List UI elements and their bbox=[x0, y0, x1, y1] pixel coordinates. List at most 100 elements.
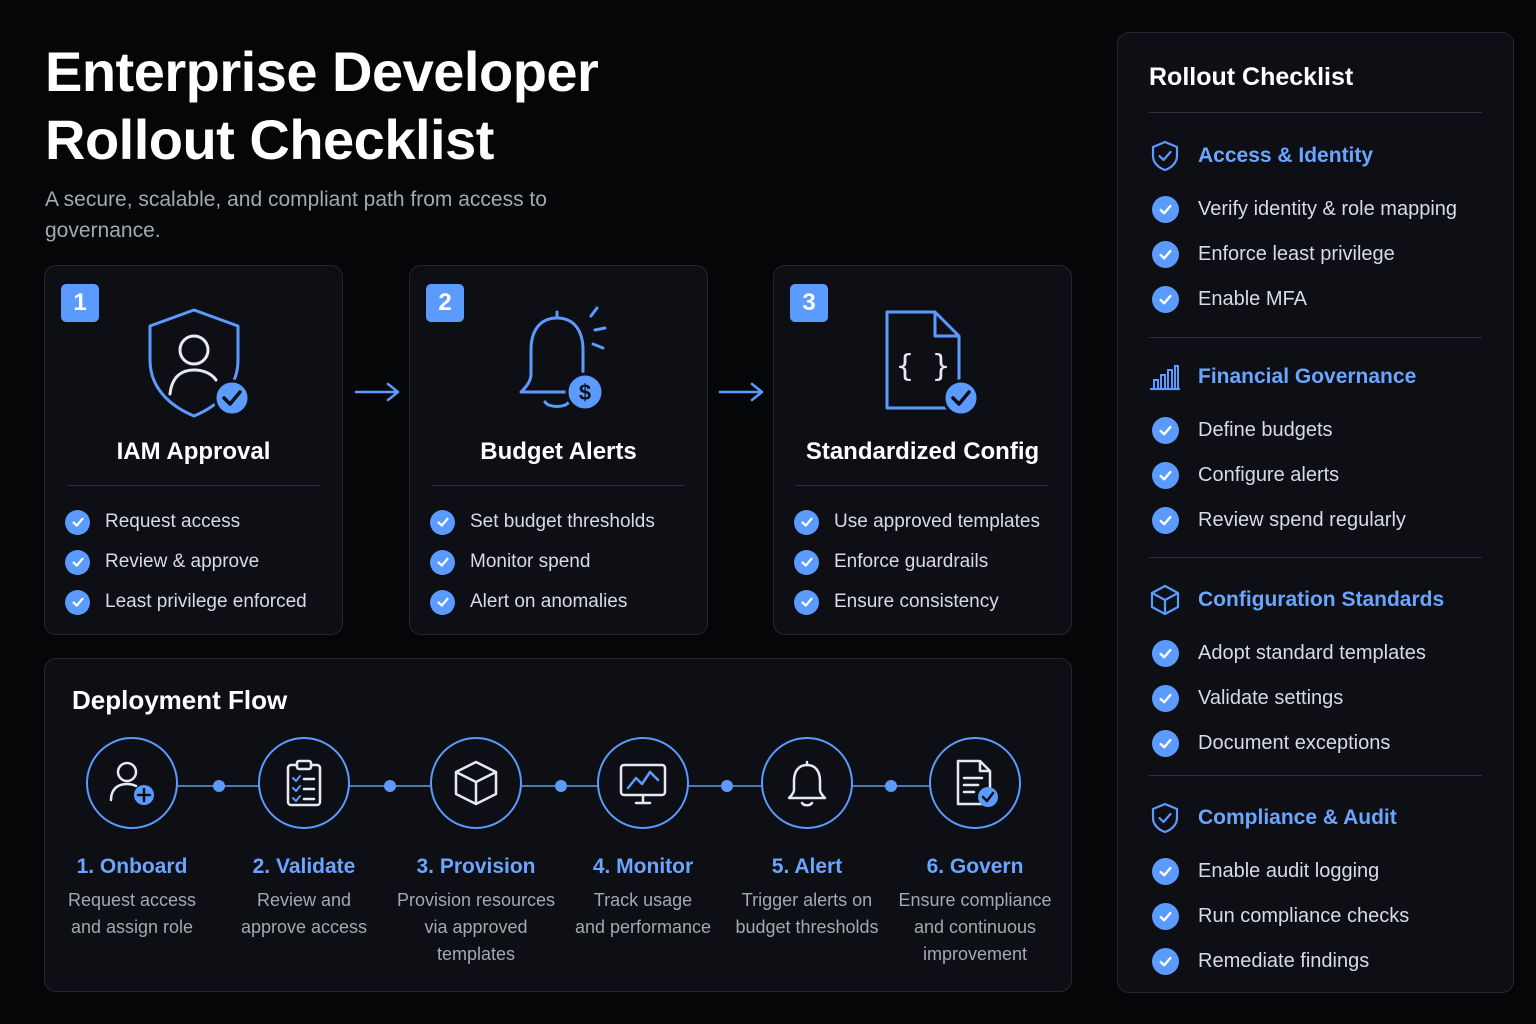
check-icon bbox=[1152, 462, 1179, 489]
rollout-checklist-panel: Rollout Checklist Access & Identity Veri… bbox=[1117, 32, 1514, 993]
checklist-item: Enable audit logging bbox=[1149, 849, 1489, 894]
page-title-line2: Rollout Checklist bbox=[45, 108, 494, 171]
flow-step-desc-line: Ensure compliance bbox=[898, 890, 1052, 910]
section-header: Access & Identity bbox=[1149, 136, 1489, 176]
flow-step-alert: 5. Alert Trigger alerts on budget thresh… bbox=[727, 737, 887, 941]
flow-step-label: 3. Provision bbox=[416, 855, 536, 878]
checklist-item-label: Document exceptions bbox=[1198, 732, 1391, 754]
section-header: Financial Governance bbox=[1149, 357, 1489, 397]
check-icon bbox=[794, 549, 819, 575]
flow-step-label: 4. Monitor bbox=[592, 855, 694, 878]
flow-step-desc-line: approve access bbox=[240, 917, 368, 937]
section-title: Access & Identity bbox=[1198, 144, 1374, 167]
page-subtitle: A secure, scalable, and compliant path f… bbox=[45, 188, 547, 242]
checklist-item: Least privilege enforced bbox=[65, 582, 307, 622]
checklist-item: Adopt standard templates bbox=[1149, 631, 1489, 676]
divider bbox=[1149, 337, 1482, 338]
flow-step-desc-line: Provision resources bbox=[396, 890, 556, 910]
flow-step-desc-line: improvement bbox=[922, 944, 1028, 964]
checklist-item: Run compliance checks bbox=[1149, 894, 1489, 939]
checklist-item-label: Review spend regularly bbox=[1198, 509, 1406, 531]
section-configuration-standards: Configuration Standards Adopt standard t… bbox=[1149, 580, 1489, 766]
checklist-item-label: Alert on anomalies bbox=[470, 591, 628, 612]
check-icon bbox=[1152, 241, 1179, 268]
flow-step-monitor: 4. Monitor Track usage and performance bbox=[563, 737, 723, 941]
check-icon bbox=[430, 509, 455, 535]
checklist-item-label: Enforce guardrails bbox=[834, 551, 989, 572]
step-card-budget-alerts: 2 $ Budget Alerts Set budget thresholds … bbox=[409, 265, 708, 635]
checklist-item: Enable MFA bbox=[1149, 277, 1489, 322]
flow-step-desc: Provision resources via approved templat… bbox=[396, 887, 556, 968]
flow-step-desc-line: and assign role bbox=[70, 917, 194, 937]
flow-step-desc: Review and approve access bbox=[224, 887, 384, 941]
flow-step-validate: 2. Validate Review and approve access bbox=[224, 737, 384, 941]
bell-icon bbox=[761, 737, 853, 829]
flow-step-label: 1. Onboard bbox=[76, 855, 188, 878]
section-checklist: Enable audit logging Run compliance chec… bbox=[1149, 849, 1489, 984]
checklist-item: Enforce guardrails bbox=[794, 542, 1040, 582]
deployment-flow-title: Deployment Flow bbox=[72, 685, 288, 715]
check-icon bbox=[794, 509, 819, 535]
section-compliance-audit: Compliance & Audit Enable audit logging … bbox=[1149, 798, 1489, 984]
checklist-item: Remediate findings bbox=[1149, 939, 1489, 984]
shield-check-icon bbox=[1149, 802, 1181, 834]
flow-step-desc-line: budget thresholds bbox=[735, 917, 879, 937]
divider bbox=[1149, 112, 1482, 113]
shield-user-check-icon bbox=[45, 302, 342, 422]
check-icon bbox=[1152, 730, 1179, 757]
checklist-item: Request access bbox=[65, 502, 307, 542]
checklist-item: Review & approve bbox=[65, 542, 307, 582]
checklist-item-label: Adopt standard templates bbox=[1198, 642, 1426, 664]
check-icon bbox=[1152, 417, 1179, 444]
flow-connector-dot bbox=[384, 780, 396, 792]
flow-step-desc-line: Review and bbox=[256, 890, 352, 910]
checklist-item: Alert on anomalies bbox=[430, 582, 655, 622]
card-checklist: Set budget thresholds Monitor spend Aler… bbox=[430, 502, 655, 622]
divider bbox=[1149, 775, 1482, 776]
check-icon bbox=[1152, 685, 1179, 712]
checklist-item: Review spend regularly bbox=[1149, 498, 1489, 543]
flow-step-label: 2. Validate bbox=[252, 855, 356, 878]
clipboard-check-icon bbox=[258, 737, 350, 829]
check-icon bbox=[430, 549, 455, 575]
checklist-item-label: Remediate findings bbox=[1198, 950, 1370, 972]
checklist-item: Document exceptions bbox=[1149, 721, 1489, 766]
checklist-item-label: Least privilege enforced bbox=[105, 591, 307, 612]
checklist-item: Verify identity & role mapping bbox=[1149, 187, 1489, 232]
page-title-line1: Enterprise Developer bbox=[45, 40, 599, 103]
flow-step-label: 5. Alert bbox=[771, 855, 843, 878]
check-icon bbox=[1152, 858, 1179, 885]
divider bbox=[432, 485, 685, 486]
monitor-chart-icon bbox=[597, 737, 689, 829]
cube-icon bbox=[430, 737, 522, 829]
arrow-right-icon bbox=[354, 382, 400, 402]
step-card-iam-approval: 1 IAM Approval Request access Review & a… bbox=[44, 265, 343, 635]
check-icon bbox=[1152, 948, 1179, 975]
flow-step-label: 6. Govern bbox=[926, 855, 1024, 878]
checklist-item-label: Request access bbox=[105, 511, 241, 532]
card-checklist: Use approved templates Enforce guardrail… bbox=[794, 502, 1040, 622]
page: Enterprise Developer Rollout Checklist A… bbox=[0, 0, 1536, 1024]
flow-step-desc-line: Request access bbox=[67, 890, 197, 910]
flow-step-desc-line: Track usage bbox=[593, 890, 693, 910]
flow-step-onboard: 1. Onboard Request access and assign rol… bbox=[52, 737, 212, 941]
flow-step-desc: Track usage and performance bbox=[563, 887, 723, 941]
flow-step-desc-line: templates bbox=[436, 944, 516, 964]
checklist-item-label: Enable MFA bbox=[1198, 288, 1307, 310]
checklist-item-label: Enable audit logging bbox=[1198, 860, 1380, 882]
checklist-item-label: Set budget thresholds bbox=[470, 511, 655, 532]
divider bbox=[1149, 557, 1482, 558]
panel-title: Rollout Checklist bbox=[1149, 63, 1354, 91]
shield-check-icon bbox=[1149, 140, 1181, 172]
user-plus-icon bbox=[86, 737, 178, 829]
page-title: Enterprise Developer Rollout Checklist bbox=[45, 38, 745, 174]
section-title: Financial Governance bbox=[1198, 365, 1417, 388]
section-title: Configuration Standards bbox=[1198, 588, 1445, 611]
checklist-item-label: Review & approve bbox=[105, 551, 260, 572]
card-title: Standardized Config bbox=[805, 438, 1040, 465]
card-checklist: Request access Review & approve Least pr… bbox=[65, 502, 307, 622]
section-title: Compliance & Audit bbox=[1198, 806, 1397, 829]
flow-step-desc: Ensure compliance and continuous improve… bbox=[895, 887, 1055, 968]
checklist-item: Use approved templates bbox=[794, 502, 1040, 542]
code-file-check-icon: { } bbox=[774, 302, 1071, 422]
